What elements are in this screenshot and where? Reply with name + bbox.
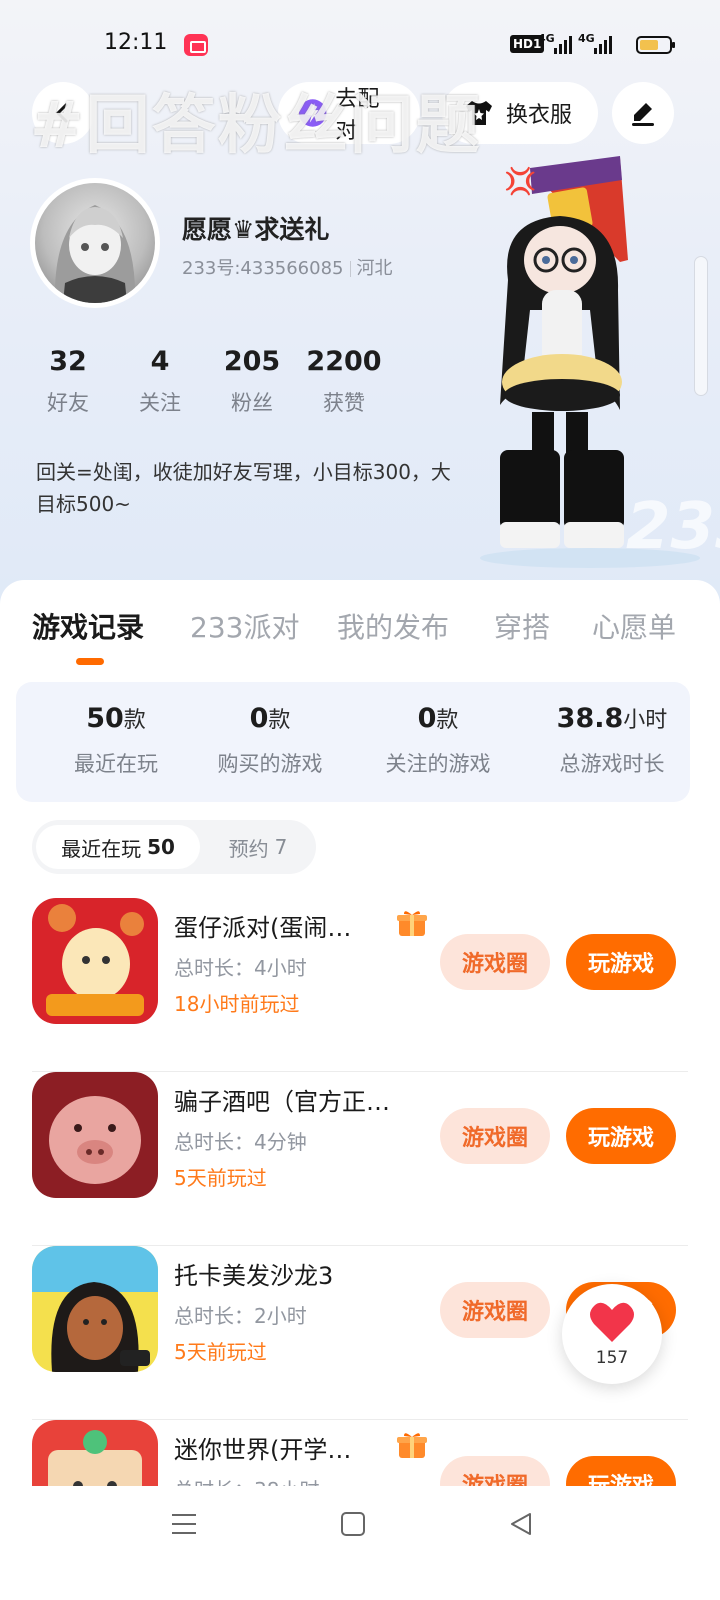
signal-icon-2: 4G: [578, 32, 612, 56]
sub-tab-count: 7: [274, 835, 288, 859]
summary-recent[interactable]: 50款 最近在玩: [52, 702, 180, 778]
summary-label: 总游戏时长: [559, 752, 665, 776]
tab-my-posts[interactable]: 我的发布: [337, 606, 449, 646]
summary-followed[interactable]: 0款 关注的游戏: [376, 702, 500, 778]
game-icon-toca-hair-salon[interactable]: [32, 1246, 158, 1372]
stat-likes[interactable]: 2200 获赞: [304, 346, 384, 417]
edit-pen-icon: [632, 103, 654, 126]
id-separator: [349, 261, 351, 277]
stat-value: 4: [150, 346, 170, 377]
heart-icon: [590, 1302, 634, 1342]
user-location: 河北: [356, 258, 393, 279]
gift-icon: [397, 1433, 427, 1458]
play-game-button[interactable]: 玩游戏: [566, 1108, 676, 1164]
game-sub-tabs: 最近在玩 50 预约 7: [32, 820, 316, 874]
stat-label: 粉丝: [231, 391, 273, 415]
game-icon-eggy-party[interactable]: [32, 898, 158, 1024]
summary-value: 0: [417, 703, 437, 734]
summary-unit: 小时: [623, 708, 668, 733]
sub-tab-count: 50: [147, 835, 175, 859]
menu-icon[interactable]: [170, 1512, 198, 1536]
game-last-played: 5天前玩过: [174, 1166, 267, 1190]
profile-tabs: 游戏记录 233派对 我的发布 穿搭 心愿单: [0, 600, 720, 660]
game-last-played: 18小时前玩过: [174, 992, 300, 1016]
back-icon[interactable]: [508, 1511, 534, 1537]
stat-value: 2200: [306, 346, 382, 377]
tab-outfits[interactable]: 穿搭: [494, 606, 550, 646]
game-circle-button[interactable]: 游戏圈: [440, 934, 550, 990]
game-name: 迷你世界(开学…: [174, 1436, 352, 1464]
game-playtime: 总时长：4分钟: [174, 1130, 307, 1154]
like-count: 157: [595, 1348, 629, 1368]
screen-record-icon: [184, 34, 208, 56]
stat-label: 关注: [139, 391, 181, 415]
profile-bio: 回关=处闺，收徒加好友写理，小目标300，大目标500~: [36, 460, 451, 516]
stat-value: 205: [223, 346, 281, 377]
summary-label: 最近在玩: [74, 752, 158, 776]
user-id: 233号:433566085: [182, 258, 344, 279]
summary-label: 关注的游戏: [385, 752, 491, 776]
game-name: 骗子酒吧（官方正…: [174, 1088, 390, 1116]
game-name: 托卡美发沙龙3: [174, 1262, 334, 1290]
game-row[interactable]: 骗子酒吧（官方正… 总时长：4分钟 5天前玩过 游戏圈 玩游戏: [0, 1072, 720, 1246]
sub-tab-reserved[interactable]: 预约 7: [208, 825, 308, 869]
summary-purchased[interactable]: 0款 购买的游戏: [208, 702, 332, 778]
stat-label: 获赞: [323, 391, 365, 415]
game-playtime: 总时长：4小时: [174, 956, 307, 980]
avatar-portrait: [54, 205, 136, 303]
floating-like-button[interactable]: 157: [562, 1284, 662, 1384]
sub-tab-recent[interactable]: 最近在玩 50: [36, 825, 200, 869]
game-last-played: 5天前玩过: [174, 1340, 267, 1364]
status-bar: 12:11 HD1 4G 4G: [0, 24, 720, 68]
svg-text:💢: 💢: [504, 166, 536, 197]
battery-icon: [636, 36, 675, 54]
game-name: 蛋仔派对(蛋闹…: [174, 914, 352, 942]
game-circle-button[interactable]: 游戏圈: [440, 1282, 550, 1338]
stat-fans[interactable]: 205 粉丝: [212, 346, 292, 417]
user-id-row: 233号:433566085 河北: [182, 254, 393, 280]
stat-friends[interactable]: 32 好友: [28, 346, 108, 417]
change-outfit-label: 换衣服: [506, 103, 573, 128]
brand-watermark-233: 233: [626, 490, 720, 564]
content-panel: 游戏记录 233派对 我的发布 穿搭 心愿单 50款 最近在玩 0款 购买的游戏…: [0, 580, 720, 1600]
summary-unit: 款: [436, 708, 459, 733]
game-row[interactable]: 蛋仔派对(蛋闹… 总时长：4小时 18小时前玩过 游戏圈 玩游戏: [0, 898, 720, 1072]
tab-wishlist[interactable]: 心愿单: [592, 606, 676, 646]
summary-value: 38.8: [556, 703, 624, 734]
game-circle-button[interactable]: 游戏圈: [440, 1108, 550, 1164]
username: 愿愿♛求送礼: [182, 215, 330, 244]
tab-game-records[interactable]: 游戏记录: [32, 606, 144, 646]
play-game-button[interactable]: 玩游戏: [566, 934, 676, 990]
side-scroll-handle[interactable]: [694, 256, 708, 396]
stat-value: 32: [49, 346, 87, 377]
active-tab-indicator: [76, 658, 104, 665]
summary-unit: 款: [123, 708, 146, 733]
tab-233-party[interactable]: 233派对: [190, 606, 299, 646]
summary-total-time[interactable]: 38.8小时 总游戏时长: [544, 702, 680, 778]
game-icon-liars-bar[interactable]: [32, 1072, 158, 1198]
avatar[interactable]: [30, 178, 160, 308]
video-watermark: #回答粉丝问题: [30, 89, 482, 163]
edit-profile-button[interactable]: [612, 82, 674, 144]
sub-tab-label: 预约: [228, 836, 269, 861]
summary-unit: 款: [268, 708, 291, 733]
sub-tab-label: 最近在玩: [61, 836, 142, 861]
summary-value: 50: [86, 703, 124, 734]
home-icon[interactable]: [340, 1511, 366, 1537]
signal-icon: 4G: [538, 32, 572, 56]
game-summary: 50款 最近在玩 0款 购买的游戏 0款 关注的游戏 38.8小时 总游戏时长: [16, 682, 690, 802]
summary-value: 0: [249, 703, 269, 734]
gift-icon: [397, 911, 427, 936]
summary-label: 购买的游戏: [217, 752, 323, 776]
stat-following[interactable]: 4 关注: [120, 346, 200, 417]
system-nav-bar: [0, 1486, 720, 1600]
status-time: 12:11: [104, 30, 168, 55]
stat-label: 好友: [47, 391, 89, 415]
game-playtime: 总时长：2小时: [174, 1304, 307, 1328]
profile-hero: 12:11 HD1 4G 4G 去配对 换衣服 #回答粉丝问题 愿愿♛求送礼 2…: [0, 0, 720, 640]
